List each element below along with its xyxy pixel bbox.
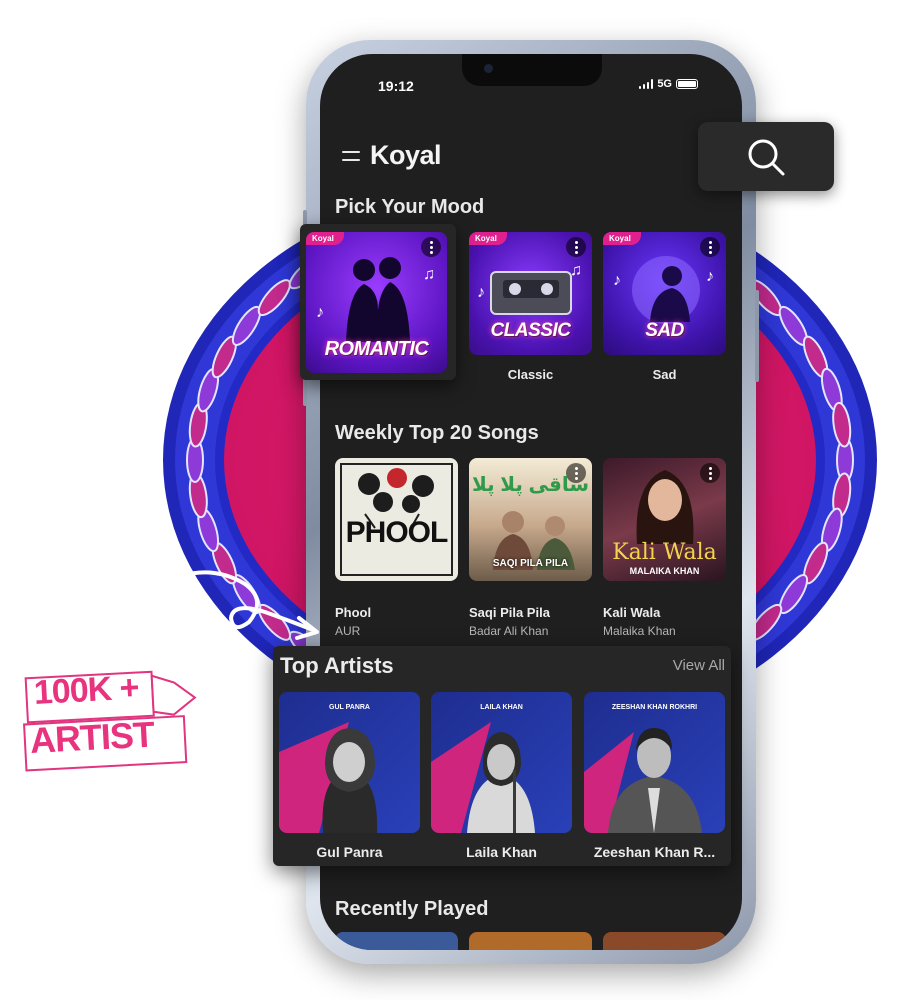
- singer-portrait-icon: [636, 470, 694, 544]
- menu-icon[interactable]: [342, 150, 360, 161]
- search-icon: [748, 139, 785, 175]
- mood-art-text: CLASSIC: [490, 320, 571, 341]
- koyal-tag: Koyal: [603, 232, 641, 245]
- mood-tile-romantic[interactable]: Koyal ♪ ♫ ROMANTIC: [306, 232, 447, 373]
- top-artists-title: Top Artists: [280, 653, 394, 678]
- song-tile-phool[interactable]: PHOOL: [335, 458, 458, 581]
- artist-card-gul-panra[interactable]: GUL PANRA: [279, 692, 420, 833]
- music-note-icon: ♫: [570, 262, 582, 279]
- song-art-text: PHOOL: [345, 516, 449, 549]
- mood-tile-classic[interactable]: Koyal ♪ ♫ CLASSIC: [469, 232, 592, 355]
- artist-name: Laila Khan: [466, 844, 537, 860]
- sad-silhouette-icon: [632, 256, 700, 324]
- song-title: Saqi Pila Pila: [469, 605, 550, 620]
- more-options-icon[interactable]: [700, 463, 720, 483]
- badge-artist-text: ARTIST: [28, 713, 155, 761]
- song-tile-kali-wala[interactable]: Kali Wala MALAIKA KHAN: [603, 458, 726, 581]
- artist-card-header: GUL PANRA: [329, 704, 370, 711]
- song-art-text: ساقی پلا پلا: [471, 474, 589, 496]
- song-artist: AUR: [335, 624, 361, 638]
- song-art-text: Kali Wala: [612, 540, 717, 565]
- music-note-icon: ♪: [613, 272, 621, 289]
- top-artists-panel: Top Artists View All GUL PANRA Gul Panra…: [273, 646, 731, 866]
- song-artist: Badar Ali Khan: [469, 624, 549, 638]
- artist-name: Gul Panra: [316, 844, 383, 860]
- view-all-link[interactable]: View All: [673, 657, 725, 674]
- brand-title: Koyal: [370, 140, 442, 170]
- mood-art-text: ROMANTIC: [324, 338, 429, 360]
- song-art-subtitle: SAQI PILA PILA: [492, 558, 569, 569]
- cassette-icon: [490, 271, 572, 315]
- network-label: 5G: [657, 78, 672, 90]
- mood-art-text: SAD: [645, 320, 684, 341]
- music-note-icon: ♪: [477, 284, 485, 301]
- artist-name: Zeeshan Khan R...: [593, 844, 716, 860]
- mood-tile-romantic-popout[interactable]: Koyal ♪ ♫ ROMANTIC: [300, 224, 456, 380]
- recent-tile[interactable]: [603, 932, 726, 950]
- artist-card-header: ZEESHAN KHAN ROKHRI: [611, 704, 698, 711]
- koyal-tag: Koyal: [306, 232, 344, 245]
- artist-card-header: LAILA KHAN: [480, 704, 523, 711]
- more-options-icon[interactable]: [421, 237, 441, 257]
- mood-label-classic: Classic: [507, 367, 554, 382]
- koyal-tag: Koyal: [469, 232, 507, 245]
- recent-section-title: Recently Played: [335, 898, 489, 920]
- more-options-icon[interactable]: [566, 237, 586, 257]
- artist-card-zeeshan-khan-rokhri[interactable]: ZEESHAN KHAN ROKHRI: [584, 692, 725, 833]
- music-note-icon: ♫: [423, 266, 435, 283]
- badge-count-text: 100K +: [32, 668, 140, 712]
- artist-card-laila-khan[interactable]: LAILA KHAN: [431, 692, 572, 833]
- music-note-icon: ♪: [706, 268, 714, 285]
- signal-icon: [638, 79, 654, 89]
- recent-tile[interactable]: [335, 932, 458, 950]
- mood-tile-sad[interactable]: Koyal ♪ ♪ SAD: [603, 232, 726, 355]
- song-artist: Malaika Khan: [603, 624, 676, 638]
- notch: [462, 54, 602, 86]
- song-title: Kali Wala: [603, 605, 661, 620]
- app-bar: Koyal: [342, 140, 442, 171]
- couple-silhouette-icon: [346, 257, 410, 342]
- song-title: Phool: [335, 605, 372, 620]
- curly-arrow-icon: [179, 570, 319, 640]
- mood-label-sad: Sad: [652, 367, 677, 382]
- music-note-icon: ♪: [316, 304, 324, 321]
- weekly-section-title: Weekly Top 20 Songs: [335, 422, 539, 444]
- recent-tile[interactable]: [469, 932, 592, 950]
- song-tile-saqi[interactable]: ساقی پلا پلا SAQI PILA PILA: [469, 458, 592, 581]
- artist-count-badge: 100K + ARTIST: [20, 668, 200, 774]
- battery-icon: [676, 79, 698, 89]
- search-button[interactable]: [698, 122, 834, 191]
- status-time: 19:12: [378, 78, 414, 94]
- mood-section-title: Pick Your Mood: [335, 196, 485, 218]
- song-art-subtitle: MALAIKA KHAN: [629, 566, 700, 576]
